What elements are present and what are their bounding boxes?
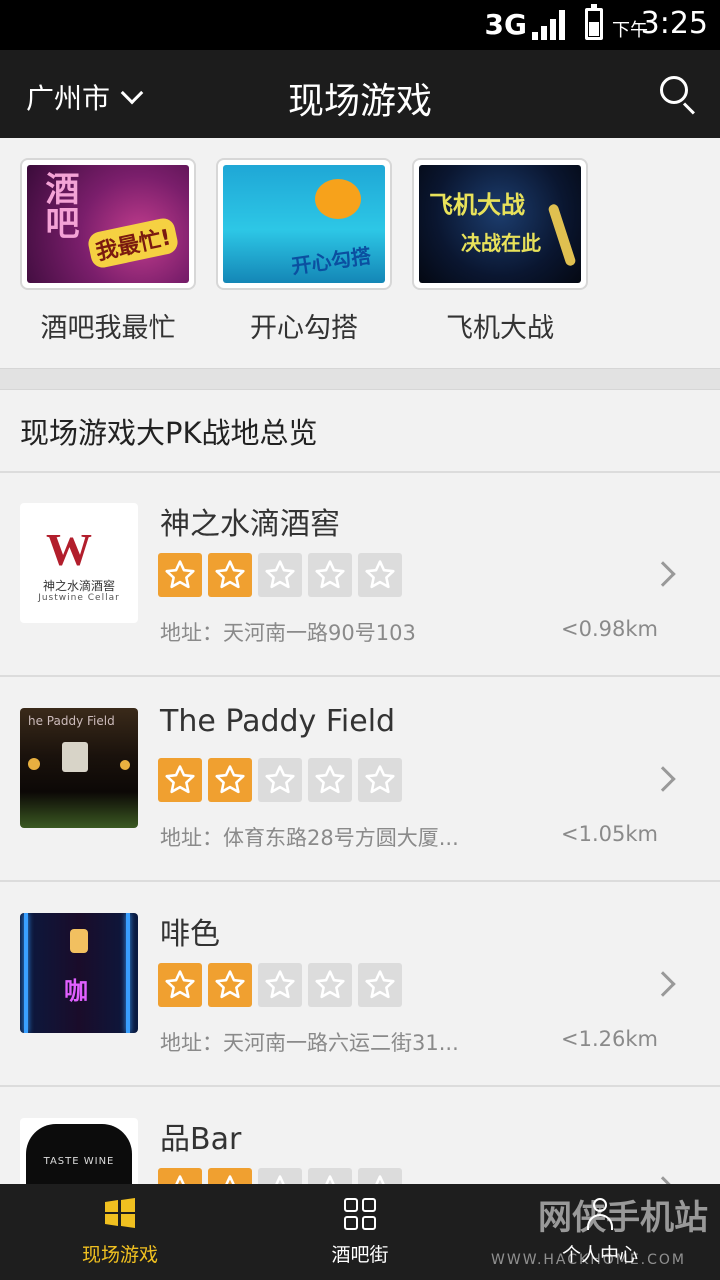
star-filled-icon — [208, 1168, 252, 1184]
app-header: 广州市 现场游戏 — [0, 50, 720, 138]
venue-distance: <1.05km — [561, 822, 658, 846]
game-carousel: 酒吧 我最忙! 酒吧我最忙 开心勾搭 开心勾搭 飞机大战 决战在此 飞机大战 — [0, 138, 720, 368]
venue-photo: he Paddy Field — [20, 708, 138, 828]
venue-name: 神之水滴酒窖 — [160, 507, 340, 542]
venue-name: The Paddy Field — [160, 704, 396, 739]
star-filled-icon — [208, 963, 252, 1007]
network-type: 3G — [484, 8, 527, 41]
venue-address: 地址：体育东路28号方圆大厦... — [160, 826, 459, 850]
rating-stars — [158, 963, 408, 1007]
game-thumbnail[interactable]: 飞机大战 决战在此 — [412, 158, 588, 290]
star-empty-icon — [358, 553, 402, 597]
game-thumbnail[interactable]: 开心勾搭 — [216, 158, 392, 290]
search-icon[interactable] — [660, 76, 696, 115]
battery-icon — [585, 4, 603, 40]
star-empty-icon — [358, 963, 402, 1007]
venue-photo: 咖 — [20, 913, 138, 1033]
star-filled-icon — [208, 758, 252, 802]
tab-label: 酒吧街 — [331, 1244, 389, 1266]
section-title: 现场游戏大PK战地总览 — [20, 416, 318, 450]
chevron-right-icon — [650, 561, 676, 587]
star-filled-icon — [158, 553, 202, 597]
clock: 3:25 — [640, 6, 708, 41]
chevron-right-icon — [650, 766, 676, 792]
star-filled-icon — [158, 1168, 202, 1184]
star-empty-icon — [308, 963, 352, 1007]
page-title: 现场游戏 — [287, 81, 432, 122]
game-item-plane-war[interactable]: 飞机大战 决战在此 飞机大战 — [412, 158, 588, 345]
star-empty-icon — [308, 1168, 352, 1184]
grid-icon — [344, 1198, 376, 1230]
game-label: 飞机大战 — [446, 313, 554, 344]
venue-logo: TASTE WINE — [20, 1118, 138, 1184]
star-empty-icon — [308, 553, 352, 597]
game-label: 开心勾搭 — [250, 313, 358, 344]
star-empty-icon — [258, 553, 302, 597]
venue-distance: <1.26km — [561, 1027, 658, 1051]
venue-address: 地址：天河南一路90号103 — [160, 621, 416, 645]
star-filled-icon — [158, 963, 202, 1007]
tab-bar-street[interactable]: 酒吧街 — [240, 1184, 480, 1280]
main-content[interactable]: 酒吧 我最忙! 酒吧我最忙 开心勾搭 开心勾搭 飞机大战 决战在此 飞机大战 现… — [0, 138, 720, 1184]
venue-row[interactable]: W 神之水滴酒窖 Justwine Cellar 神之水滴酒窖 地址：天河南一路… — [0, 473, 720, 677]
tab-live-games[interactable]: 现场游戏 — [0, 1184, 240, 1280]
star-filled-icon — [208, 553, 252, 597]
rating-stars — [158, 1168, 408, 1184]
venue-row[interactable]: TASTE WINE 品Bar — [0, 1088, 720, 1184]
rating-stars — [158, 553, 408, 597]
windows-grid-icon — [103, 1198, 137, 1232]
star-empty-icon — [358, 1168, 402, 1184]
section-divider — [0, 368, 720, 390]
venue-row[interactable]: 咖 啡色 地址：天河南一路六运二街31... <1.26km — [0, 883, 720, 1087]
venue-address: 地址：天河南一路六运二街31... — [160, 1031, 459, 1055]
watermark-text: 网侠手机站 — [538, 1198, 708, 1238]
signal-icon — [532, 10, 568, 40]
chevron-right-icon — [650, 1176, 676, 1184]
rating-stars — [158, 758, 408, 802]
star-empty-icon — [358, 758, 402, 802]
venue-logo: W 神之水滴酒窖 Justwine Cellar — [20, 503, 138, 623]
star-empty-icon — [258, 1168, 302, 1184]
venue-name: 品Bar — [160, 1122, 242, 1157]
star-empty-icon — [308, 758, 352, 802]
venue-name: 啡色 — [160, 917, 220, 952]
star-empty-icon — [258, 758, 302, 802]
status-bar: 3G 下午 3:25 — [0, 0, 720, 50]
game-item-bar-busy[interactable]: 酒吧 我最忙! 酒吧我最忙 — [20, 158, 196, 345]
game-label: 酒吧我最忙 — [40, 313, 176, 344]
venue-row[interactable]: he Paddy Field The Paddy Field 地址：体育东路28… — [0, 678, 720, 882]
star-empty-icon — [258, 963, 302, 1007]
chevron-right-icon — [650, 971, 676, 997]
star-filled-icon — [158, 758, 202, 802]
watermark-url: WWW.HACKHOME.COM — [491, 1252, 686, 1268]
venue-distance: <0.98km — [561, 617, 658, 641]
game-item-happy-hookup[interactable]: 开心勾搭 开心勾搭 — [216, 158, 392, 345]
game-thumbnail[interactable]: 酒吧 我最忙! — [20, 158, 196, 290]
tab-label: 现场游戏 — [81, 1244, 158, 1266]
